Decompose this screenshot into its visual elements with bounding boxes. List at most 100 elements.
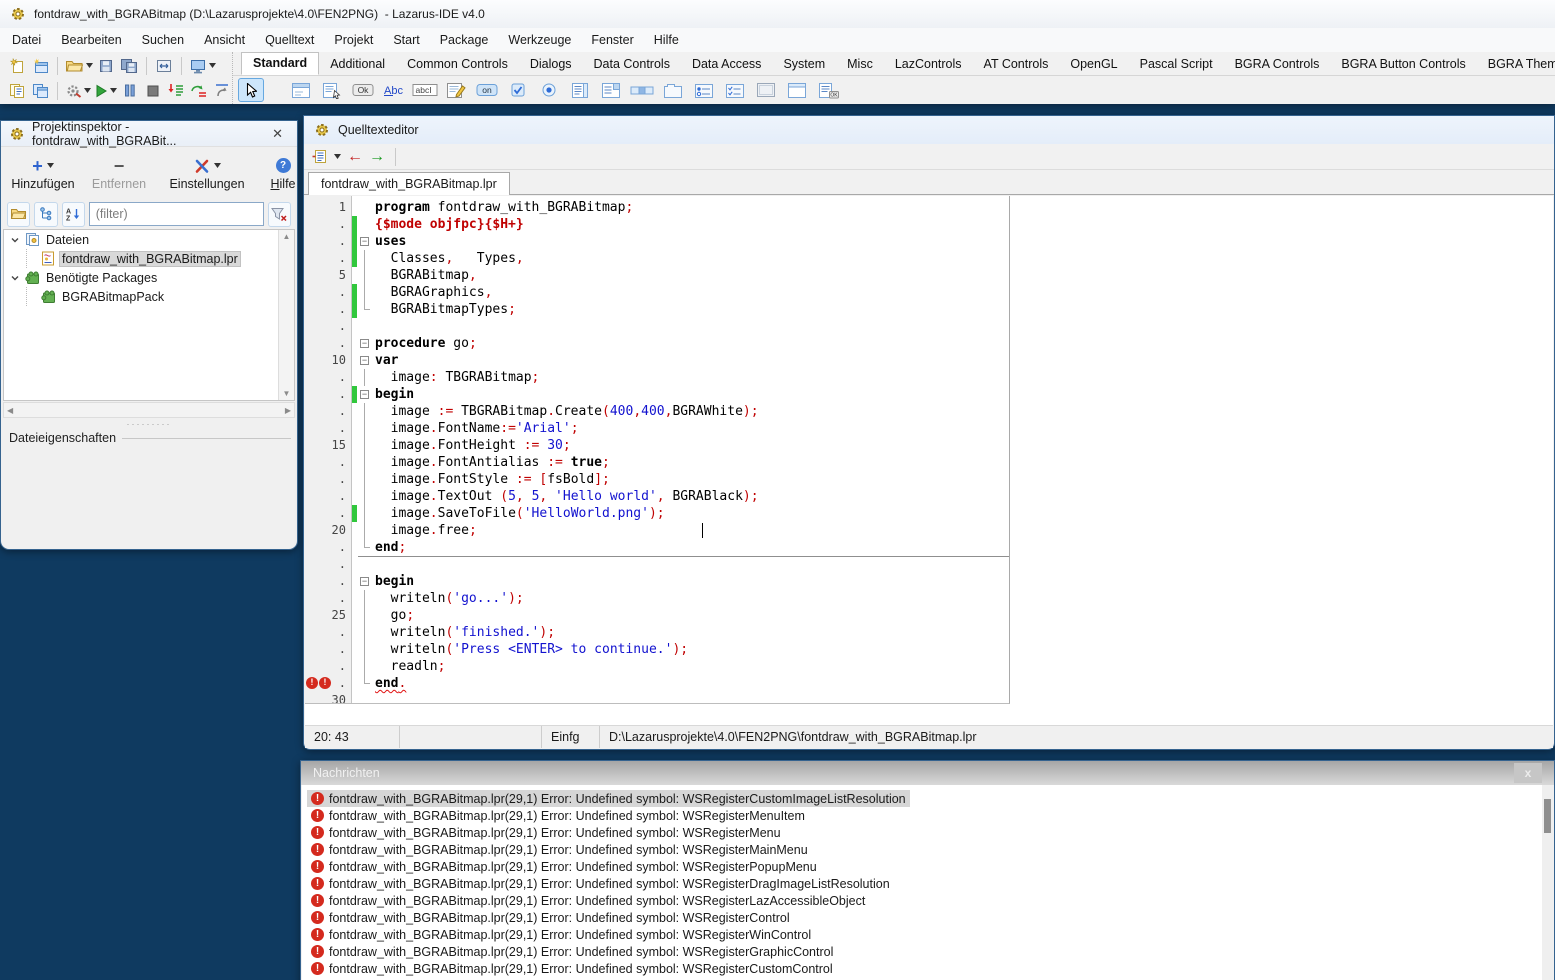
chevron-down-icon[interactable] xyxy=(214,163,221,168)
code-line-24[interactable]: . writeln('go...'); xyxy=(305,590,1009,607)
tree-horizontal-scrollbar[interactable]: ◀▶ xyxy=(3,402,295,418)
component-memo-button[interactable] xyxy=(443,78,469,102)
code-line-9[interactable]: .−procedure go; xyxy=(305,335,1009,352)
component-actionlist-button[interactable]: OK xyxy=(815,78,841,102)
fold-collapse-icon[interactable]: − xyxy=(360,390,369,399)
palette-tab-pascal-script[interactable]: Pascal Script xyxy=(1129,54,1224,75)
code-line-27[interactable]: . writeln('Press <ENTER> to continue.'); xyxy=(305,641,1009,658)
component-button-button[interactable]: Ok xyxy=(350,78,376,102)
menu-item-fenster[interactable]: Fenster xyxy=(581,30,643,50)
configure-build-button[interactable] xyxy=(65,80,91,102)
step-out-button[interactable] xyxy=(212,80,232,102)
filter-clear-button[interactable] xyxy=(268,202,291,227)
message-row[interactable]: !fontdraw_with_BGRABitmap.lpr(29,1) Erro… xyxy=(307,926,815,943)
message-row[interactable]: !fontdraw_with_BGRABitmap.lpr(29,1) Erro… xyxy=(307,790,910,807)
step-into-button[interactable] xyxy=(166,80,186,102)
tree-item-fontdraw-with-bgrabitmap-lpr[interactable]: fontdraw_with_BGRABitmap.lpr xyxy=(4,249,294,268)
code-pane[interactable]: 1program fontdraw_with_BGRABitmap;.{$mod… xyxy=(305,196,1010,704)
message-row[interactable]: !fontdraw_with_BGRABitmap.lpr(29,1) Erro… xyxy=(307,892,869,909)
code-line-22[interactable]: . xyxy=(305,556,1009,573)
code-line-6[interactable]: . BGRAGraphics, xyxy=(305,284,1009,301)
sort-alphabetically-button[interactable]: AZ xyxy=(62,202,85,227)
view-forms-button[interactable] xyxy=(30,80,50,102)
pause-button[interactable] xyxy=(120,80,140,102)
scroll-down-icon[interactable]: ▼ xyxy=(283,389,291,398)
remove-button[interactable]: − Entfernen xyxy=(83,156,155,191)
message-row[interactable]: !fontdraw_with_BGRABitmap.lpr(29,1) Erro… xyxy=(307,943,837,960)
code-line-1[interactable]: 1program fontdraw_with_BGRABitmap; xyxy=(305,199,1009,216)
component-edit-button[interactable]: abcI xyxy=(412,78,438,102)
chevron-down-icon[interactable] xyxy=(84,88,91,93)
component-checkgroup-button[interactable] xyxy=(722,78,748,102)
selection-pointer-button[interactable] xyxy=(238,78,264,102)
palette-tab-lazcontrols[interactable]: LazControls xyxy=(884,54,973,75)
scroll-right-icon[interactable]: ▶ xyxy=(285,406,291,415)
add-button[interactable]: + Hinzufügen xyxy=(7,156,79,191)
code-line-3[interactable]: .−uses xyxy=(305,233,1009,250)
palette-tab-opengl[interactable]: OpenGL xyxy=(1059,54,1128,75)
message-row[interactable]: !fontdraw_with_BGRABitmap.lpr(29,1) Erro… xyxy=(307,858,821,875)
editor-tab[interactable]: fontdraw_with_BGRABitmap.lpr xyxy=(308,172,510,195)
message-row[interactable]: !fontdraw_with_BGRABitmap.lpr(29,1) Erro… xyxy=(307,841,812,858)
component-label-button[interactable]: Abc xyxy=(381,78,407,102)
chevron-down-icon[interactable] xyxy=(334,154,341,159)
component-combobox-button[interactable] xyxy=(598,78,624,102)
message-row[interactable]: !fontdraw_with_BGRABitmap.lpr(29,1) Erro… xyxy=(307,824,785,841)
save-button[interactable] xyxy=(96,55,116,77)
messages-scrollbar[interactable] xyxy=(1542,785,1553,980)
tree-vertical-scrollbar[interactable]: ▲▼ xyxy=(278,230,294,400)
chevron-down-icon[interactable] xyxy=(10,235,20,245)
menu-item-hilfe[interactable]: Hilfe xyxy=(644,30,689,50)
scroll-up-icon[interactable]: ▲ xyxy=(283,232,291,241)
code-line-2[interactable]: .{$mode objfpc}{$H+} xyxy=(305,216,1009,233)
chevron-down-icon[interactable] xyxy=(10,273,20,283)
close-icon[interactable]: ✕ xyxy=(266,126,289,142)
code-line-28[interactable]: . readln; xyxy=(305,658,1009,675)
palette-tab-standard[interactable]: Standard xyxy=(241,52,319,75)
message-row[interactable]: !fontdraw_with_BGRABitmap.lpr(29,1) Erro… xyxy=(307,960,837,977)
palette-tab-bgra-button-controls[interactable]: BGRA Button Controls xyxy=(1330,54,1476,75)
code-line-17[interactable]: . image.FontStyle := [fsBold]; xyxy=(305,471,1009,488)
code-line-8[interactable]: . xyxy=(305,318,1009,335)
fold-collapse-icon[interactable]: − xyxy=(360,339,369,348)
open-button[interactable] xyxy=(65,55,93,77)
component-scrollbar-button[interactable] xyxy=(629,78,655,102)
component-checkbox-button[interactable] xyxy=(505,78,531,102)
palette-tab-data-access[interactable]: Data Access xyxy=(681,54,772,75)
code-line-25[interactable]: 25 go; xyxy=(305,607,1009,624)
code-line-7[interactable]: . BGRABitmapTypes; xyxy=(305,301,1009,318)
open-folder-button[interactable] xyxy=(7,202,30,227)
code-line-30[interactable]: 30 xyxy=(305,692,1009,704)
palette-tab-misc[interactable]: Misc xyxy=(836,54,884,75)
save-all-button[interactable] xyxy=(119,55,139,77)
message-row[interactable]: !fontdraw_with_BGRABitmap.lpr(29,1) Erro… xyxy=(307,807,809,824)
new-unit-button[interactable] xyxy=(7,55,27,77)
component-panel-button[interactable] xyxy=(753,78,779,102)
component-togglebox-button[interactable]: on xyxy=(474,78,500,102)
palette-tab-at-controls[interactable]: AT Controls xyxy=(973,54,1060,75)
scroll-left-icon[interactable]: ◀ xyxy=(7,406,13,415)
menu-item-start[interactable]: Start xyxy=(383,30,429,50)
code-line-10[interactable]: 10−var xyxy=(305,352,1009,369)
chevron-down-icon[interactable] xyxy=(47,163,54,168)
menu-item-quelltext[interactable]: Quelltext xyxy=(255,30,324,50)
menu-item-package[interactable]: Package xyxy=(430,30,499,50)
navigate-back-icon[interactable]: ← xyxy=(347,149,363,165)
tree-item-bgrabitmappack[interactable]: BGRABitmapPack xyxy=(4,287,294,306)
jump-list-icon[interactable] xyxy=(312,149,328,164)
navigate-forward-icon[interactable]: → xyxy=(369,149,385,165)
menu-item-werkzeuge[interactable]: Werkzeuge xyxy=(498,30,581,50)
code-line-19[interactable]: . image.SaveToFile('HelloWorld.png'); xyxy=(305,505,1009,522)
component-radiogroup-button[interactable] xyxy=(691,78,717,102)
component-groupbox-button[interactable] xyxy=(660,78,686,102)
code-line-12[interactable]: .−begin xyxy=(305,386,1009,403)
code-line-26[interactable]: . writeln('finished.'); xyxy=(305,624,1009,641)
code-line-11[interactable]: . image: TBGRABitmap; xyxy=(305,369,1009,386)
code-line-5[interactable]: 5 BGRABitmap, xyxy=(305,267,1009,284)
close-icon[interactable]: x xyxy=(1514,763,1542,783)
fold-collapse-icon[interactable]: − xyxy=(360,577,369,586)
code-line-14[interactable]: . image.FontName:='Arial'; xyxy=(305,420,1009,437)
palette-tab-common-controls[interactable]: Common Controls xyxy=(396,54,519,75)
settings-button[interactable]: Einstellungen xyxy=(171,156,243,191)
stop-button[interactable] xyxy=(143,80,163,102)
